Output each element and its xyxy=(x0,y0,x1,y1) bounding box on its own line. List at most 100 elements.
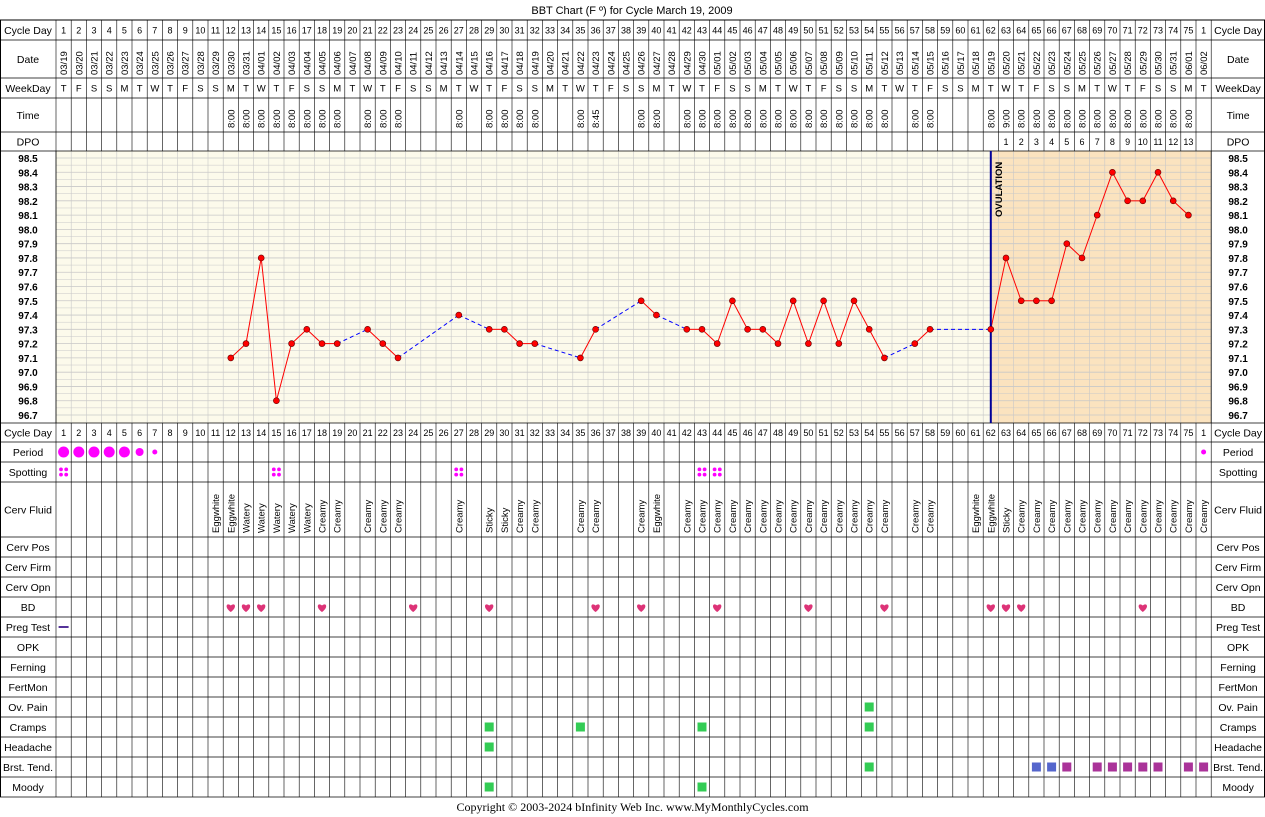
y-tick-label: 97.2 xyxy=(18,340,38,351)
weekday-label: W xyxy=(895,84,904,95)
cycle-day-number-lower: 56 xyxy=(895,428,905,438)
cycle-day-number-lower: 43 xyxy=(697,428,707,438)
cerv-fluid-entry: Creamy xyxy=(865,499,876,533)
temperature-point xyxy=(227,354,235,362)
cycle-day-number: 48 xyxy=(773,26,783,36)
time-label: 8:00 xyxy=(774,110,785,129)
time-label: 8:00 xyxy=(1154,110,1165,129)
cycle-day-number-lower: 49 xyxy=(788,428,798,438)
temperature-point xyxy=(926,326,934,333)
spotting-marker xyxy=(271,472,276,477)
cramps-marker xyxy=(484,722,494,732)
cycle-day-number-lower: 24 xyxy=(408,428,418,438)
breast-tenderness-marker xyxy=(1123,762,1133,772)
date-label: 04/07 xyxy=(348,51,359,75)
cycle-day-number: 33 xyxy=(545,26,555,36)
weekday-label: S xyxy=(744,84,750,95)
date-label: 03/20 xyxy=(74,51,85,75)
row-label-cycle-day: Cycle Day xyxy=(4,25,53,37)
cerv-fluid-entry: Watery xyxy=(257,503,268,533)
time-label: 8:00 xyxy=(500,109,511,128)
row-label-preg-test: Preg Test xyxy=(6,622,50,634)
date-label: 03/23 xyxy=(120,51,131,75)
row-label-right-cycle-day: Cycle Day xyxy=(1214,428,1263,440)
weekday-label: F xyxy=(501,84,507,95)
date-label: 03/25 xyxy=(150,51,161,75)
cycle-day-number-lower: 18 xyxy=(317,428,327,438)
dpo-label: 2 xyxy=(1019,137,1024,147)
cycle-day-number: 1 xyxy=(1201,26,1206,36)
cerv-fluid-entry: Sticky xyxy=(485,507,496,533)
row-label-cerv-opn: Cerv Opn xyxy=(6,582,51,594)
spotting-marker xyxy=(717,467,722,472)
cerv-fluid-entry: Creamy xyxy=(682,499,693,533)
weekday-label: T xyxy=(593,84,599,95)
spotting-marker xyxy=(271,467,276,472)
date-label: 05/14 xyxy=(910,51,921,75)
cycle-day-number: 46 xyxy=(743,26,753,36)
cycle-day-number-lower: 68 xyxy=(1077,428,1087,438)
cycle-day-number: 8 xyxy=(167,26,172,36)
weekday-label: S xyxy=(319,84,325,95)
weekday-label: W xyxy=(576,84,585,95)
cerv-fluid-entry: Sticky xyxy=(500,507,511,533)
weekday-label: S xyxy=(1155,84,1161,95)
time-label: 8:00 xyxy=(1078,110,1089,129)
breast-tenderness-marker xyxy=(1138,762,1148,772)
date-label: 05/24 xyxy=(1062,51,1073,75)
cycle-day-number-lower: 67 xyxy=(1062,428,1072,438)
cycle-day-number-lower: 5 xyxy=(122,428,127,438)
weekday-label: S xyxy=(1064,84,1070,95)
y-tick-label-right: 98.2 xyxy=(1228,197,1248,208)
cerv-fluid-entry: Creamy xyxy=(698,499,709,533)
date-label: 05/10 xyxy=(850,51,861,75)
cycle-day-number-lower: 11 xyxy=(211,428,220,438)
cycle-day-number: 7 xyxy=(152,26,157,36)
temperature-point xyxy=(774,340,782,347)
temperature-point xyxy=(820,297,827,305)
temperature-point xyxy=(318,340,326,347)
date-label: 04/14 xyxy=(454,51,465,75)
y-tick-label-right: 97.3 xyxy=(1228,325,1248,336)
y-tick-label-right: 98.5 xyxy=(1228,154,1248,165)
date-label: 04/28 xyxy=(667,51,678,75)
cycle-day-number-lower: 64 xyxy=(1016,428,1026,438)
row-label-cramps: Cramps xyxy=(10,722,47,734)
cycle-day-number-lower: 23 xyxy=(393,428,403,438)
dpo-label: 13 xyxy=(1183,137,1193,147)
weekday-label: W xyxy=(789,84,798,95)
cycle-day-number: 60 xyxy=(955,26,965,36)
cycle-day-number-lower: 73 xyxy=(1153,428,1163,438)
weekday-label: W xyxy=(1108,84,1117,95)
y-tick-label-right: 97.5 xyxy=(1228,297,1248,308)
cycle-day-number: 34 xyxy=(560,26,570,36)
weekday-label: S xyxy=(623,84,629,95)
cycle-day-number-lower: 44 xyxy=(712,428,722,438)
date-label: 03/30 xyxy=(226,51,237,75)
time-label: 8:00 xyxy=(698,110,709,129)
date-label: 06/02 xyxy=(1199,51,1210,75)
date-label: 04/25 xyxy=(622,51,633,75)
date-label: 04/22 xyxy=(576,51,587,75)
cerv-fluid-entry: Creamy xyxy=(926,499,937,533)
row-label-fertmon: FertMon xyxy=(8,682,47,694)
spotting-marker xyxy=(712,467,717,472)
row-label-right-time: Time xyxy=(1227,110,1250,122)
cerv-fluid-entry: Creamy xyxy=(774,499,785,533)
moody-marker xyxy=(484,782,494,792)
cycle-day-number-lower: 39 xyxy=(636,428,646,438)
date-label: 05/03 xyxy=(743,51,754,75)
y-tick-label-right: 97.4 xyxy=(1228,311,1248,322)
date-label: 04/18 xyxy=(515,51,526,75)
dpo-label: 9 xyxy=(1125,137,1130,147)
cerv-fluid-entry: Creamy xyxy=(515,499,526,533)
y-tick-label: 97.0 xyxy=(18,368,38,379)
cycle-day-number: 40 xyxy=(651,26,661,36)
row-label-right-cerv-firm: Cerv Firm xyxy=(1215,562,1261,574)
date-label: 04/03 xyxy=(287,51,298,75)
temperature-point xyxy=(485,326,493,333)
weekday-label: F xyxy=(289,84,295,95)
date-label: 04/01 xyxy=(257,51,268,75)
date-label: 05/04 xyxy=(758,51,769,75)
bbt-chart: BBT Chart (F º) for Cycle March 19, 2009… xyxy=(0,0,1265,798)
